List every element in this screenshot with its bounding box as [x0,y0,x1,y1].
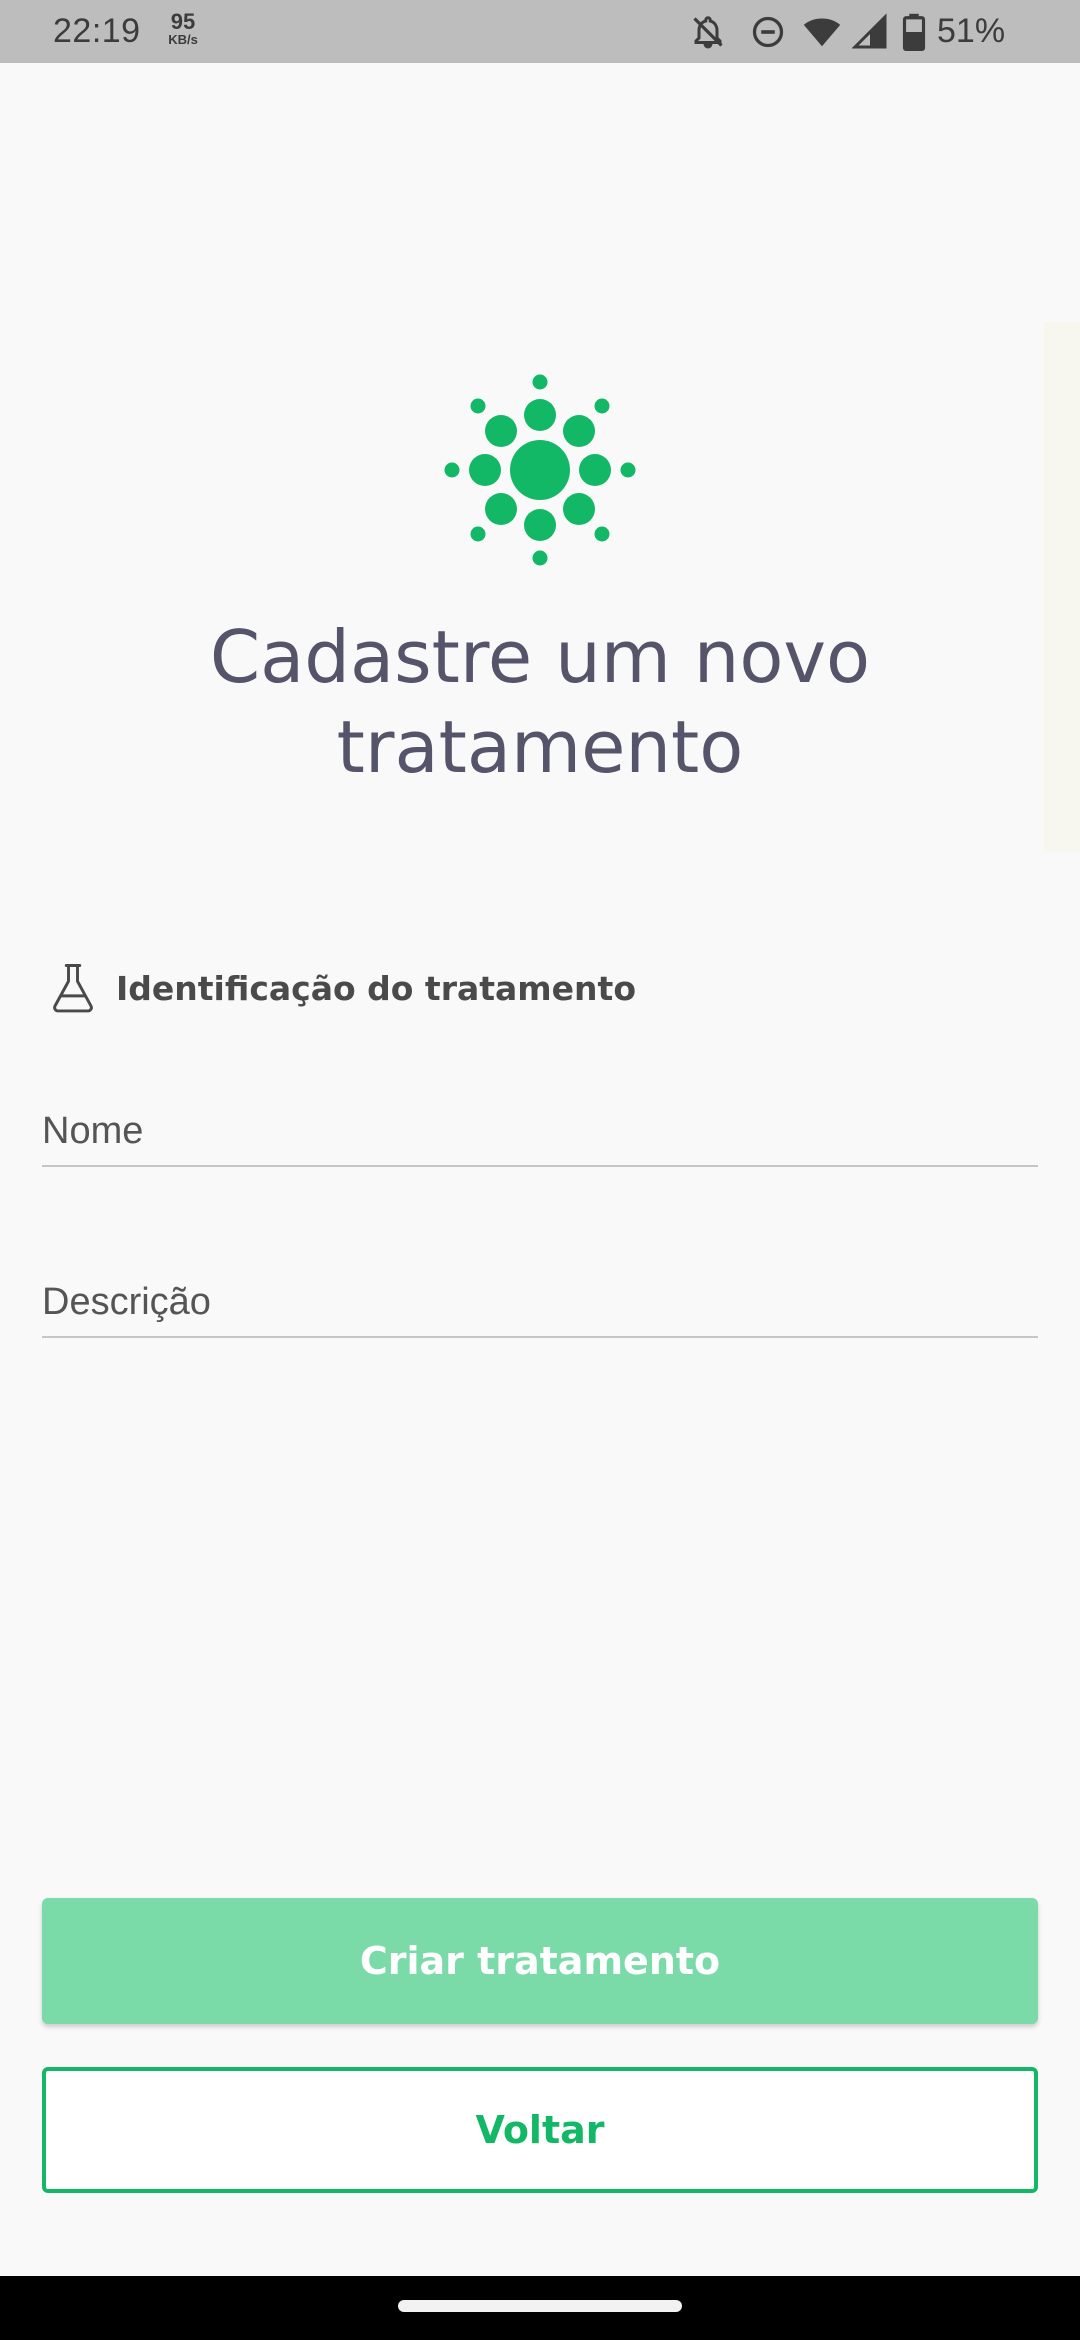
home-gesture-handle[interactable] [398,2300,682,2312]
screen: 22:19 95 KB/s 51% Cadastre um novo trata… [0,0,1080,2340]
battery-icon [902,13,926,51]
network-speed: 95 KB/s [159,11,207,47]
description-input[interactable] [42,1281,1038,1324]
page-title: Cadastre um novo tratamento [209,615,871,789]
wifi-icon [803,18,841,47]
network-speed-unit: KB/s [168,32,198,47]
create-treatment-label: Criar tratamento [359,1939,721,1983]
name-input[interactable] [42,1110,1038,1153]
status-time: 22:19 [53,12,141,50]
status-bar: 22:19 95 KB/s 51% [0,0,1080,63]
edge-panel [1044,322,1080,852]
notifications-off-icon [693,16,723,49]
name-field [42,1095,1038,1167]
navigation-bar [0,2276,1080,2340]
back-button[interactable]: Voltar [42,2067,1038,2193]
do-not-disturb-icon [752,16,784,48]
network-speed-value: 95 [170,9,196,34]
flask-icon [53,964,93,1013]
battery-percent: 51% [937,12,1006,50]
description-field [42,1266,1038,1338]
section-header: Identificação do tratamento [46,958,636,1018]
section-label: Identificação do tratamento [116,968,636,1008]
back-label: Voltar [475,2108,605,2152]
cell-signal-icon [852,13,887,49]
create-treatment-button[interactable]: Criar tratamento [42,1898,1038,2024]
app-logo-icon [444,374,636,566]
